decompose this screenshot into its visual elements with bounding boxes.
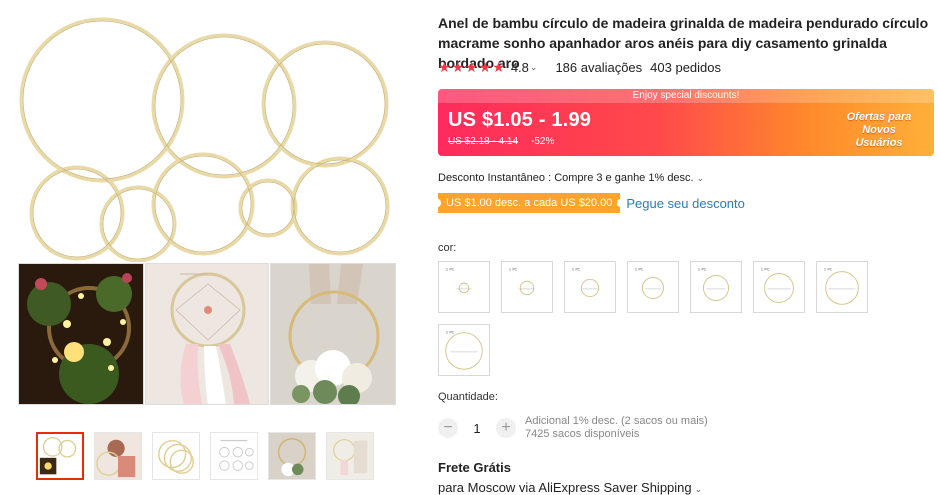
thumbnail-3[interactable] xyxy=(152,432,200,480)
variant-option-1[interactable]: 1 PC xyxy=(438,261,490,313)
wreath-lights-photo xyxy=(18,263,144,405)
variant-option-6[interactable]: 1 PC xyxy=(753,261,805,313)
thumbnail-2[interactable] xyxy=(94,432,142,480)
plus-icon[interactable]: + xyxy=(496,418,516,438)
quantity-input[interactable]: 1 xyxy=(458,421,496,436)
reviews-count[interactable]: 186 avaliações xyxy=(555,60,642,75)
quantity-label: Quantidade: xyxy=(438,391,498,403)
shipping-detail-text: para Moscow via AliExpress Saver Shippin… xyxy=(438,480,692,495)
instant-discount-text: Desconto Instantâneo : Compre 3 e ganhe … xyxy=(438,172,694,184)
new-user-promo-badge[interactable]: Ofertas para Novos Usuários xyxy=(838,111,920,150)
main-product-image[interactable] xyxy=(18,14,396,262)
rating-row: ★ ★ ★ ★ ★ 4.8 ⌄ 186 avaliações 403 pedid… xyxy=(438,58,721,76)
chevron-down-icon: ⌄ xyxy=(696,173,705,183)
svg-text:1 PC: 1 PC xyxy=(635,267,644,272)
thumbnail-5[interactable] xyxy=(268,432,316,480)
discount-percent: -52% xyxy=(531,136,555,147)
variant-option-7[interactable]: 1 PC xyxy=(816,261,868,313)
shipping-title: Frete Grátis xyxy=(438,460,511,475)
star-icon: ★ xyxy=(478,59,492,75)
variant-option-8[interactable]: 1 PC xyxy=(438,324,490,376)
variant-option-3[interactable]: 1 PC xyxy=(564,261,616,313)
current-price: US $1.05 - 1.99 xyxy=(448,109,592,131)
original-price: US $2.18 - 4.14 xyxy=(448,136,519,147)
chevron-down-icon[interactable]: ⌄ xyxy=(530,62,538,73)
quantity-stepper: − 1 + Adicional 1% desc. (2 sacos ou mai… xyxy=(438,414,708,442)
shipping-detail[interactable]: para Moscow via AliExpress Saver Shippin… xyxy=(438,480,702,495)
svg-text:1 PC: 1 PC xyxy=(509,267,518,272)
flower-hoop-photo xyxy=(270,263,396,405)
instant-discount[interactable]: Desconto Instantâneo : Compre 3 e ganhe … xyxy=(438,172,704,184)
dreamcatcher-photo xyxy=(145,263,269,405)
svg-text:1 PC: 1 PC xyxy=(761,267,770,272)
star-icon: ★ xyxy=(438,59,451,75)
svg-text:1 PC: 1 PC xyxy=(698,267,707,272)
color-label: cor: xyxy=(438,242,457,254)
star-icon: ★ xyxy=(465,59,478,75)
price-banner: Enjoy special discounts! US $1.05 - 1.99… xyxy=(438,89,934,156)
rating-value[interactable]: 4.8 xyxy=(511,60,529,75)
stock-available: 7425 sacos disponíveis xyxy=(525,428,640,440)
variant-option-4[interactable]: 1 PC xyxy=(627,261,679,313)
rating-stars[interactable]: ★ ★ ★ ★ ★ xyxy=(438,60,505,74)
coupon-row: US $1.00 desc. a cada US $20.00 Pegue se… xyxy=(434,193,745,213)
svg-text:1 PC: 1 PC xyxy=(446,267,455,272)
photo-collage xyxy=(18,263,396,405)
star-icon: ★ xyxy=(492,59,505,75)
coupon-tag[interactable]: US $1.00 desc. a cada US $20.00 xyxy=(434,193,624,213)
thumbnail-4[interactable] xyxy=(210,432,258,480)
bulk-discount-note: Adicional 1% desc. (2 sacos ou mais) xyxy=(525,415,708,427)
chevron-down-icon: ⌄ xyxy=(694,484,703,494)
star-icon: ★ xyxy=(451,59,465,75)
svg-text:1 PC: 1 PC xyxy=(446,330,455,335)
thumbnail-6[interactable] xyxy=(326,432,374,480)
quantity-note: Adicional 1% desc. (2 sacos ou mais) 742… xyxy=(525,415,708,441)
product-gallery xyxy=(18,14,396,262)
svg-text:1 PC: 1 PC xyxy=(572,267,581,272)
banner-strip-text: Enjoy special discounts! xyxy=(438,89,934,103)
bamboo-rings-image xyxy=(19,17,390,262)
thumbnail-strip xyxy=(36,432,396,480)
minus-icon[interactable]: − xyxy=(438,418,458,438)
thumbnail-1[interactable] xyxy=(36,432,84,480)
variant-option-5[interactable]: 1 PC xyxy=(690,261,742,313)
get-coupon-link[interactable]: Pegue seu desconto xyxy=(626,196,745,211)
variant-option-2[interactable]: 1 PC xyxy=(501,261,553,313)
orders-count: 403 pedidos xyxy=(650,59,722,75)
svg-text:1 PC: 1 PC xyxy=(824,267,833,272)
